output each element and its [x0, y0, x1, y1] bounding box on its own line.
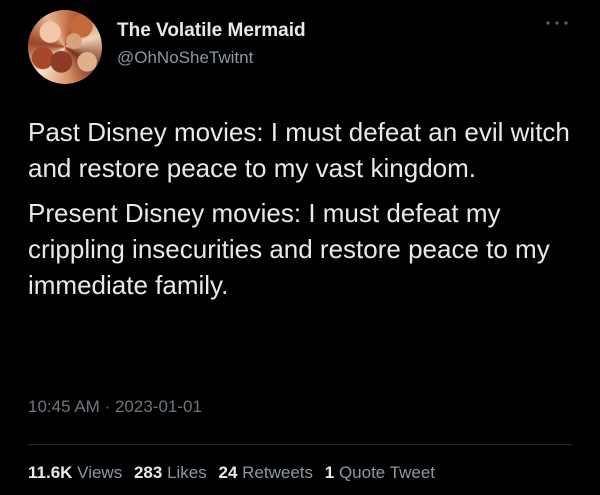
tweet-paragraph: Past Disney movies: I must defeat an evi…	[28, 117, 570, 183]
user-avatar[interactable]	[28, 10, 102, 84]
likes-label: Likes	[167, 463, 207, 482]
tweet-paragraph: Present Disney movies: I must defeat my …	[28, 198, 550, 300]
views-stat[interactable]: 11.6K Views	[28, 463, 122, 483]
tweet-body: Past Disney movies: I must defeat an evi…	[28, 114, 588, 303]
tweet-date: 2023-01-01	[114, 397, 202, 416]
more-dots-icon-graphic	[546, 21, 568, 25]
display-name[interactable]: The Volatile Mermaid	[117, 20, 306, 42]
likes-stat[interactable]: 283 Likes	[134, 463, 207, 483]
timestamp-separator: ·	[104, 397, 111, 416]
engagement-stats: 11.6K Views 283 Likes 24 Retweets 1 Quot…	[28, 463, 442, 483]
tweet-timestamp[interactable]: 10:45 AM · 2023-01-01	[28, 397, 202, 417]
views-count: 11.6K	[28, 463, 73, 482]
tweet-time: 10:45 AM	[28, 397, 100, 416]
retweets-stat[interactable]: 24 Retweets	[218, 463, 313, 483]
retweets-label: Retweets	[242, 463, 314, 482]
tweet-card: The Volatile Mermaid @OhNoSheTwitnt Past…	[0, 0, 600, 495]
views-label: Views	[77, 463, 123, 482]
quote-tweets-count: 1	[324, 463, 335, 482]
quote-tweets-label: Quote Tweet	[338, 463, 436, 482]
quote-tweets-stat[interactable]: 1 Quote Tweet	[325, 463, 435, 483]
user-handle[interactable]: @OhNoSheTwitnt	[117, 48, 253, 68]
divider	[28, 444, 572, 445]
more-dots-icon[interactable]	[545, 20, 569, 32]
likes-count: 283	[133, 463, 163, 482]
retweets-count: 24	[218, 463, 238, 482]
